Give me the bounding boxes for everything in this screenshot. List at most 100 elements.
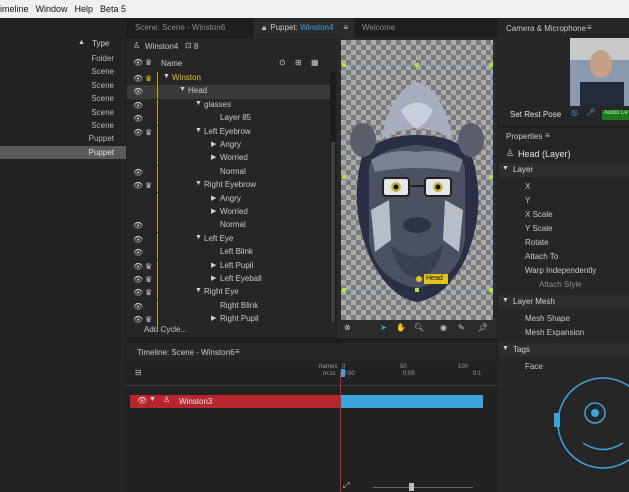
project-row[interactable]: Scene xyxy=(0,79,126,92)
collapsed-twisty-icon[interactable]: ▶ xyxy=(211,261,217,269)
camera-panel-menu-icon[interactable]: ≡ xyxy=(587,23,592,32)
visibility-eye-icon[interactable]: 👁︎ xyxy=(133,315,143,324)
origin-icon[interactable]: ⊙ xyxy=(279,58,286,67)
tab-scene[interactable]: Scene: Scene - Winston6 xyxy=(127,18,254,38)
puppet-clip-bar[interactable] xyxy=(341,395,483,408)
puppet-tree-row[interactable]: 👁︎ ▼ Head xyxy=(127,85,330,99)
independent-crown-icon[interactable]: ♛ xyxy=(145,74,154,83)
expanded-twisty-icon[interactable]: ▼ xyxy=(195,127,202,135)
origin-handle-label[interactable]: Head xyxy=(426,275,443,282)
puppet-tree-row[interactable]: 👁︎ Layer 85 xyxy=(127,112,330,126)
expanded-twisty-icon[interactable]: ▼ xyxy=(195,180,202,188)
project-row[interactable]: Scene xyxy=(0,65,126,78)
property-row[interactable]: Y Scale xyxy=(498,222,629,236)
section-twisty-icon[interactable]: ▼ xyxy=(502,297,509,304)
puppet-tree-row[interactable]: 👁︎ Left Blink xyxy=(127,246,330,260)
collapsed-twisty-icon[interactable]: ▶ xyxy=(211,153,217,161)
zoom-tool-icon[interactable]: 🔍︎ xyxy=(414,323,424,332)
property-row[interactable]: Mesh Shape xyxy=(498,312,629,326)
expanded-twisty-icon[interactable]: ▼ xyxy=(163,73,170,81)
visibility-eye-icon[interactable]: 👁︎ xyxy=(133,101,143,110)
origin-tool-icon[interactable]: ◉ xyxy=(440,323,447,332)
visibility-eye-icon[interactable]: 👁︎ xyxy=(133,221,143,230)
project-row[interactable]: Scene xyxy=(0,119,126,132)
set-rest-pose-button[interactable]: Set Rest Pose xyxy=(510,110,561,119)
timeline-options-icon[interactable]: ⊟ xyxy=(135,368,142,377)
visibility-eye-icon[interactable]: 👁︎ xyxy=(133,248,143,257)
section-twisty-icon[interactable]: ▼ xyxy=(502,165,509,172)
menu-item-window[interactable]: Window xyxy=(36,4,68,14)
camera-toggle-icon[interactable]: ◎ xyxy=(571,108,578,117)
keyboard-icon[interactable]: ▦ xyxy=(311,58,319,67)
visibility-eye-icon[interactable]: 👁︎ xyxy=(133,74,143,83)
property-row[interactable]: Rotate xyxy=(498,236,629,250)
tab-puppet[interactable]: 🔒︎ Puppet: Winston4 ≡ xyxy=(254,18,354,38)
independent-crown-icon[interactable]: ♛ xyxy=(145,288,154,297)
visibility-eye-icon[interactable]: 👁︎ xyxy=(133,288,143,297)
menu-item-help[interactable]: Help xyxy=(75,4,94,14)
puppet-canvas[interactable]: Head ⊗ ➤ ✋ 🔍︎ ◉ ✎ 📌︎ xyxy=(338,38,497,338)
panel-menu-icon[interactable]: ≡ xyxy=(343,18,348,38)
puppet-tree-row[interactable]: ▶ Worried xyxy=(127,206,330,219)
property-row[interactable]: Warp Independently xyxy=(498,264,629,278)
independent-crown-icon[interactable]: ♛ xyxy=(145,315,154,324)
tag-icon[interactable]: ⊞ xyxy=(295,58,302,67)
independent-crown-icon[interactable]: ♛ xyxy=(145,128,154,137)
visibility-eye-icon[interactable]: 👁︎ xyxy=(133,235,143,244)
menu-item-beta[interactable]: Beta 5 xyxy=(100,4,126,14)
project-row[interactable]: Folder xyxy=(0,52,126,65)
puppet-tree-row[interactable]: 👁︎ Normal xyxy=(127,165,330,179)
puppet-tree-row[interactable]: ▶ Angry xyxy=(127,192,330,206)
project-column-header[interactable]: ▲ Type xyxy=(0,38,126,50)
puppet-tree-row[interactable]: ▶ Worried xyxy=(127,152,330,166)
independent-crown-icon[interactable]: ♛ xyxy=(145,262,154,271)
collapsed-twisty-icon[interactable]: ▶ xyxy=(211,140,217,148)
property-row[interactable]: X xyxy=(498,180,629,194)
visibility-eye-icon[interactable]: 👁︎ xyxy=(133,128,143,137)
puppet-tree-row[interactable]: 👁︎ ♛ ▼ Winston xyxy=(127,72,330,85)
collapsed-twisty-icon[interactable]: ▶ xyxy=(211,274,217,282)
property-section[interactable]: ▼ Tags xyxy=(498,343,629,357)
puppet-tree-row[interactable]: 👁︎ ♛ ▶ Left Eyeball xyxy=(127,273,330,286)
puppet-tree-row[interactable]: 👁︎ Normal xyxy=(127,219,330,233)
expanded-twisty-icon[interactable]: ▼ xyxy=(195,100,202,108)
collapsed-twisty-icon[interactable]: ▶ xyxy=(211,314,217,322)
puppet-tree-row[interactable]: 👁︎ Right Blink xyxy=(127,299,330,313)
visibility-eye-icon[interactable]: 👁︎ xyxy=(133,168,143,177)
expanded-twisty-icon[interactable]: ▼ xyxy=(195,234,202,242)
independent-crown-icon[interactable]: ♛ xyxy=(145,275,154,284)
puppet-tree-row[interactable]: ▶ Angry xyxy=(127,139,330,152)
puppet-tree-row[interactable]: 👁︎ ♛ ▼ Left Eyebrow xyxy=(127,125,330,139)
view-icon[interactable]: ⊗ xyxy=(344,323,351,332)
visibility-eye-icon[interactable]: 👁︎ xyxy=(133,275,143,284)
property-row[interactable]: Attach To xyxy=(498,250,629,264)
property-section[interactable]: ▼ Layer xyxy=(498,163,629,177)
puppet-tree-row[interactable]: 👁︎ ♛ ▼ Right Eyebrow xyxy=(127,179,330,193)
independent-crown-icon[interactable]: ♛ xyxy=(145,181,154,190)
property-row[interactable]: Y xyxy=(498,194,629,208)
draw-tool-icon[interactable]: ✎ xyxy=(458,323,465,332)
playhead[interactable] xyxy=(340,372,341,492)
tree-scrollbar[interactable] xyxy=(330,72,336,322)
property-row[interactable]: Mesh Expansion xyxy=(498,326,629,340)
playhead-handle[interactable] xyxy=(341,369,345,377)
project-row[interactable]: Scene xyxy=(0,92,126,105)
microphone-icon[interactable]: 🎤︎ xyxy=(586,108,596,117)
zoom-fit-icon[interactable]: ⤢ xyxy=(343,481,349,491)
add-cycle-button[interactable]: Add Cycle... xyxy=(144,325,187,334)
tab-welcome[interactable]: Welcome xyxy=(354,18,434,38)
property-row[interactable]: X Scale xyxy=(498,208,629,222)
property-section[interactable]: ▼ Layer Mesh xyxy=(498,295,629,309)
visibility-eye-icon[interactable]: 👁︎ xyxy=(133,302,143,311)
puppet-tree-row[interactable]: 👁︎ ♛ ▼ Right Eye xyxy=(127,286,330,300)
section-twisty-icon[interactable]: ▼ xyxy=(502,345,509,352)
expanded-twisty-icon[interactable]: ▼ xyxy=(195,287,202,295)
property-row[interactable]: Attach Style xyxy=(498,278,629,292)
hand-tool-icon[interactable]: ✋ xyxy=(396,323,406,332)
pin-tool-icon[interactable]: 📌︎ xyxy=(478,323,488,332)
puppet-tree-row[interactable]: 👁︎ ♛ ▶ Left Pupil xyxy=(127,259,330,273)
project-row[interactable]: Puppet xyxy=(0,132,126,145)
collapsed-twisty-icon[interactable]: ▶ xyxy=(211,194,217,202)
collapsed-twisty-icon[interactable]: ▶ xyxy=(211,207,217,215)
project-row[interactable]: Puppet xyxy=(0,145,126,159)
